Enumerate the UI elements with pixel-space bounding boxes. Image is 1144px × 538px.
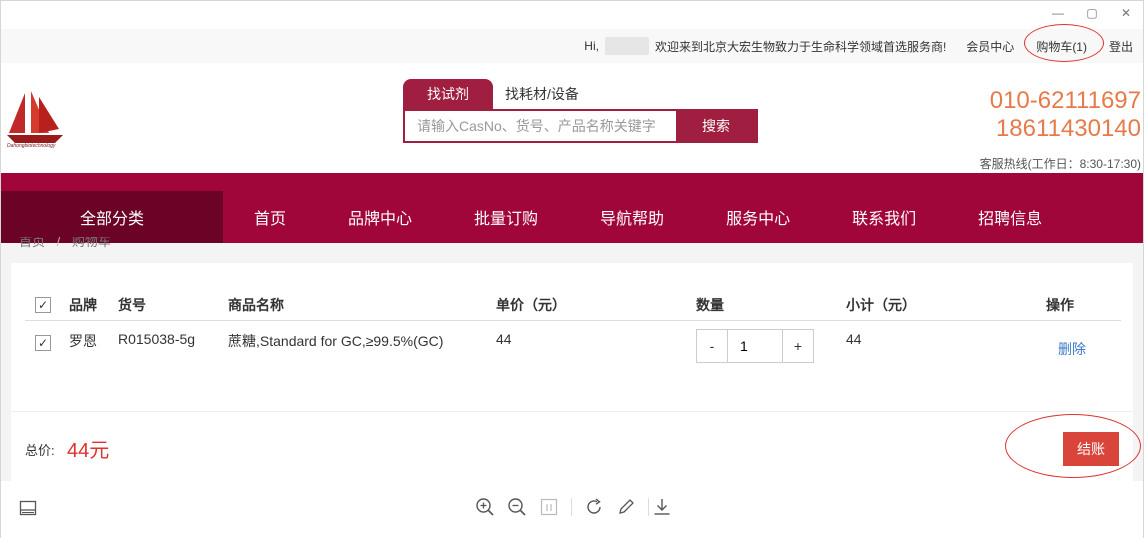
zoom-out-icon[interactable] (507, 497, 527, 517)
row-subtotal: 44 (846, 331, 862, 347)
nav-item-bulk-order[interactable]: 批量订购 (443, 205, 569, 229)
zoom-in-icon[interactable] (475, 497, 495, 517)
total-label: 总价: (25, 443, 55, 458)
close-icon[interactable]: ✕ (1109, 1, 1143, 25)
search-box: 搜索 (403, 109, 758, 143)
row-brand: 罗恩 (69, 333, 97, 349)
nav-item-contact[interactable]: 联系我们 (821, 205, 947, 229)
phone-number-1: 010-62111697 (989, 87, 1141, 114)
cart-summary: 总价: 44元 结账 (11, 411, 1141, 481)
search-input[interactable] (405, 111, 676, 141)
sidebar-icon[interactable] (19, 499, 37, 517)
toolbar-separator (648, 498, 649, 516)
member-center-link[interactable]: 会员中心 (966, 38, 1014, 55)
header-name: 商品名称 (228, 296, 284, 313)
breadcrumb-home[interactable]: 首页 (19, 237, 45, 249)
nav-item-help[interactable]: 导航帮助 (569, 205, 695, 229)
header-brand: 品牌 (69, 296, 97, 313)
row-name[interactable]: 蔗糖,Standard for GC,≥99.5%(GC) (228, 331, 443, 351)
nav-item-brands[interactable]: 品牌中心 (317, 205, 443, 229)
logout-link[interactable]: 登出 (1109, 38, 1133, 55)
cart-link[interactable]: 购物车(1) (1036, 40, 1087, 54)
fit-page-icon[interactable] (539, 497, 559, 517)
breadcrumb-sep: / (56, 237, 61, 249)
rotate-icon[interactable] (584, 497, 604, 517)
tab-reagents[interactable]: 找试剂 (403, 79, 493, 109)
header-operation: 操作 (1046, 296, 1074, 313)
checkout-button[interactable]: 结账 (1063, 432, 1119, 466)
hotline-text: 客服热线(工作日：8:30-17:30) (979, 157, 1141, 171)
header-price: 单价（元） (496, 296, 566, 313)
breadcrumb: 首页 / 购物车 (19, 237, 111, 249)
download-icon[interactable] (652, 497, 672, 517)
qty-plus-button[interactable]: + (783, 330, 813, 362)
row-price: 44 (496, 331, 512, 347)
site-header: Dahongbiotechnology 找试剂 找耗材/设备 搜索 010-62… (1, 63, 1143, 173)
breadcrumb-current: 购物车 (71, 237, 111, 249)
qty-input[interactable] (727, 330, 783, 362)
phone-numbers: 010-62111697 18611430140 (990, 87, 1141, 143)
header-code: 货号 (118, 296, 146, 313)
nav-items: 首页 品牌中心 批量订购 导航帮助 服务中心 联系我们 招聘信息 (223, 191, 1073, 243)
ship-logo[interactable] (5, 89, 69, 151)
username-redacted (604, 37, 649, 55)
tab-consumables[interactable]: 找耗材/设备 (493, 79, 603, 109)
row-checkbox[interactable]: ✓ (35, 335, 51, 351)
nav-item-home[interactable]: 首页 (223, 205, 317, 229)
greeting: Hi, (584, 39, 599, 53)
phone-number-2: 18611430140 (995, 115, 1141, 142)
nav-item-service[interactable]: 服务中心 (695, 205, 821, 229)
zoom-controls (475, 497, 649, 517)
welcome-text: 欢迎来到北京大宏生物致力于生命科学领域首选服务商! (654, 39, 947, 54)
header-qty: 数量 (696, 296, 724, 313)
top-bar: Hi, 欢迎来到北京大宏生物致力于生命科学领域首选服务商! 会员中心 购物车(1… (1, 23, 1143, 63)
delete-link[interactable]: 删除 (1058, 339, 1086, 359)
search-button[interactable]: 搜索 (676, 111, 756, 141)
pen-icon[interactable] (616, 497, 636, 517)
cart-panel: ✓ 品牌 货号 商品名称 单价（元） 数量 小计（元） 操作 ✓ 罗恩 R015… (11, 263, 1141, 481)
minimize-icon[interactable]: — (1041, 1, 1075, 25)
row-code: R015038-5g (118, 331, 196, 347)
select-all-checkbox[interactable]: ✓ (35, 296, 51, 313)
maximize-icon[interactable]: ▢ (1075, 1, 1109, 25)
viewer-toolbar (1, 481, 1143, 538)
logo-text: Dahongbiotechnology (7, 143, 56, 149)
browser-window: — ▢ ✕ Hi, 欢迎来到北京大宏生物致力于生命科学领域首选服务商! 会员中心… (0, 0, 1144, 538)
header-subtotal: 小计（元） (846, 296, 916, 313)
total-value: 44元 (67, 440, 110, 462)
quantity-stepper: - + (696, 329, 814, 363)
search-tabs: 找试剂 找耗材/设备 (403, 79, 603, 109)
table-row: ✓ 罗恩 R015038-5g 蔗糖,Standard for GC,≥99.5… (25, 325, 1121, 363)
toolbar-separator (571, 498, 572, 516)
cart-table-header: ✓ 品牌 货号 商品名称 单价（元） 数量 小计（元） 操作 (25, 289, 1121, 321)
nav-item-jobs[interactable]: 招聘信息 (947, 205, 1073, 229)
window-controls: — ▢ ✕ (1041, 1, 1143, 25)
qty-minus-button[interactable]: - (697, 330, 727, 362)
main-nav: 全部分类 首页 品牌中心 批量订购 导航帮助 服务中心 联系我们 招聘信息 (1, 173, 1143, 243)
nav-all-categories[interactable]: 全部分类 (1, 191, 223, 243)
cart-link-wrap: 购物车(1) (1024, 23, 1105, 62)
